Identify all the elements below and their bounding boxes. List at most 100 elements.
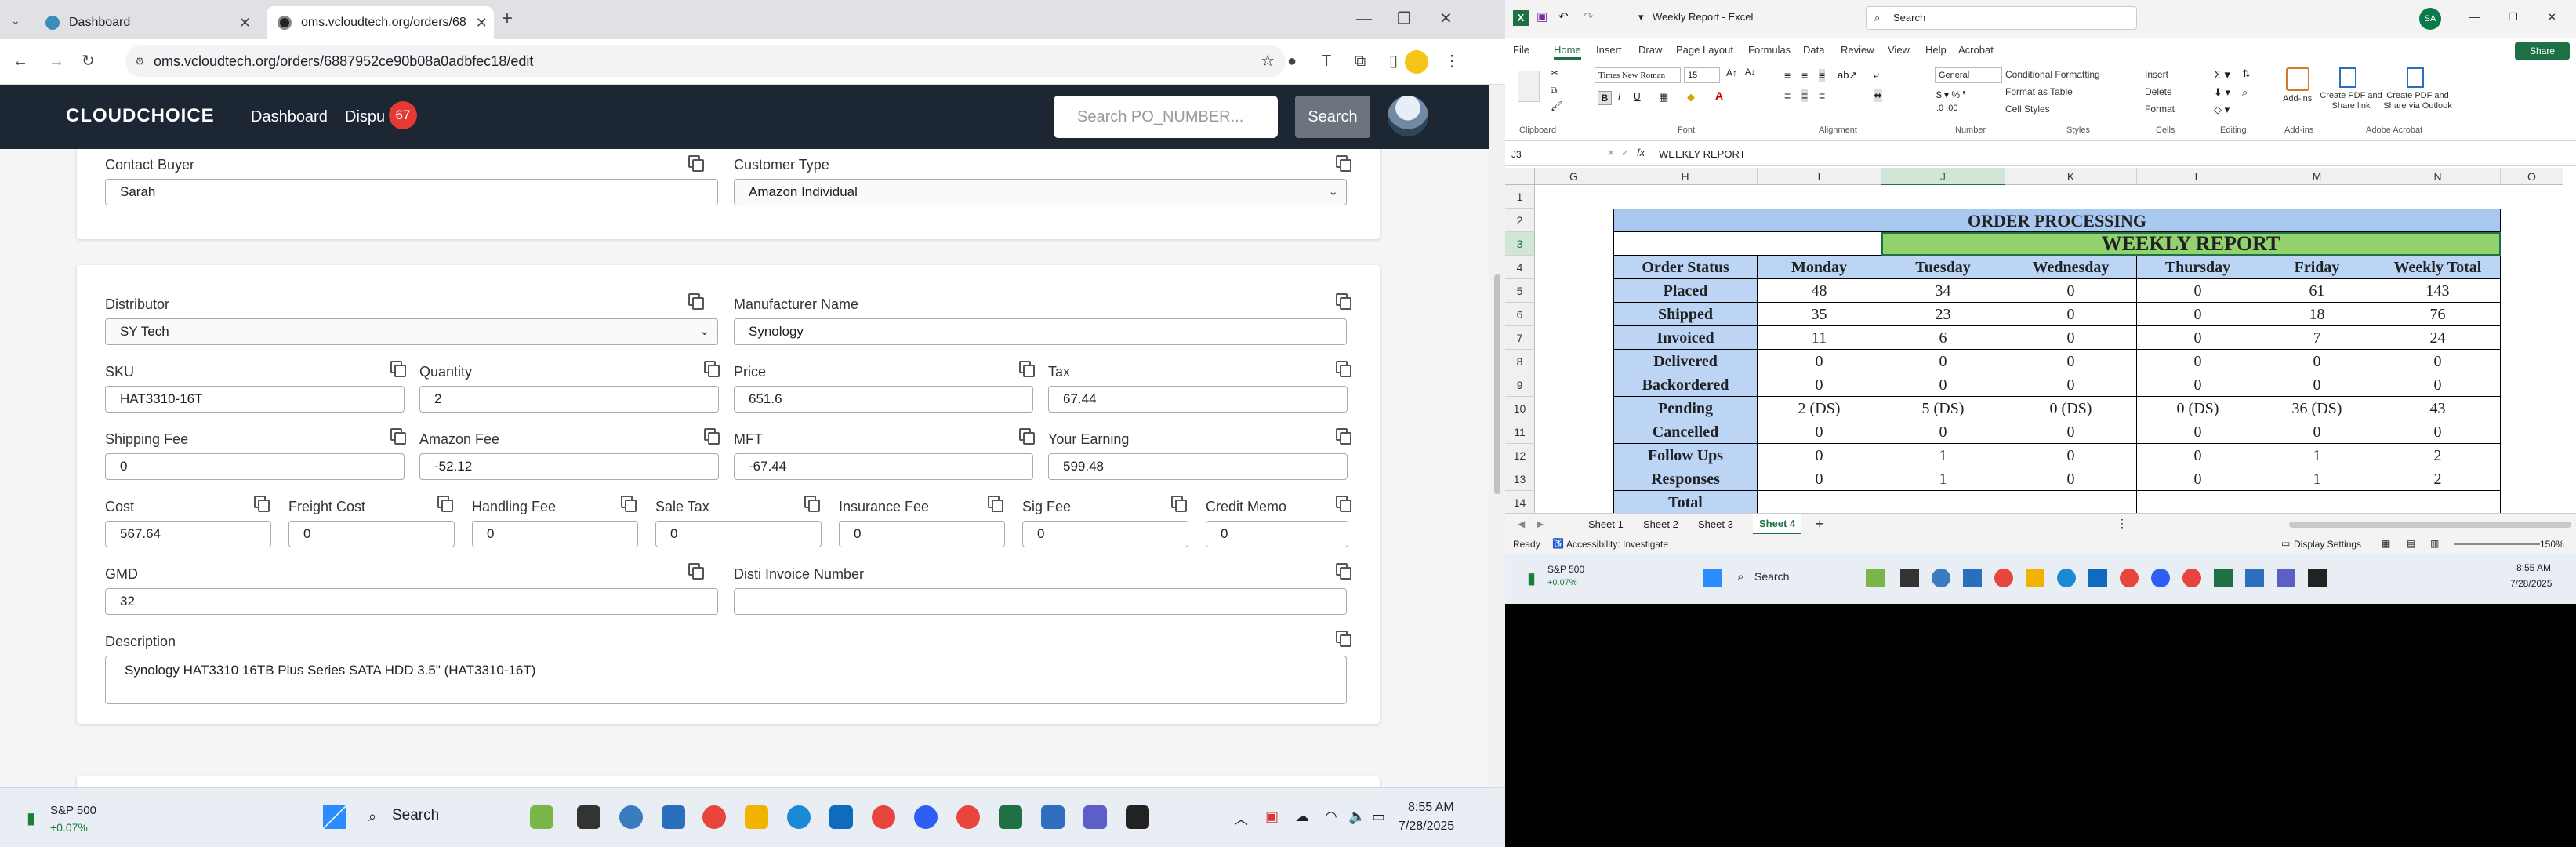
folder-icon[interactable] bbox=[2026, 569, 2044, 587]
pinned-app-icon[interactable] bbox=[530, 805, 553, 829]
wrap-text-icon[interactable]: ⤶ bbox=[1874, 69, 1879, 82]
row-header[interactable]: 13 bbox=[1505, 467, 1535, 491]
name-box[interactable]: J3 bbox=[1508, 147, 1580, 162]
excel-search-input[interactable]: ⌕ Search bbox=[1866, 6, 2137, 30]
ribbon-tab-insert[interactable]: Insert bbox=[1596, 44, 1622, 56]
table-data-cell[interactable] bbox=[2137, 491, 2259, 513]
start-icon[interactable] bbox=[1703, 569, 1722, 587]
table-data-cell[interactable]: 0 bbox=[2137, 444, 2259, 467]
align-left-icon[interactable]: ≡ bbox=[1784, 89, 1791, 102]
chrome-icon[interactable] bbox=[2120, 569, 2139, 587]
file-explorer-icon[interactable] bbox=[577, 805, 600, 829]
handling-fee-field[interactable]: 0 bbox=[472, 521, 638, 547]
table-header-cell[interactable]: Monday bbox=[1758, 256, 1881, 279]
search-button[interactable]: Search bbox=[1295, 96, 1370, 138]
table-data-cell[interactable]: 0 bbox=[1758, 373, 1881, 397]
customize-qat-icon[interactable]: ▾ bbox=[1638, 11, 1644, 24]
table-data-cell[interactable]: 0 bbox=[2259, 373, 2375, 397]
align-right-icon[interactable]: ≡ bbox=[1819, 89, 1825, 102]
table-data-cell[interactable]: 0 bbox=[1758, 350, 1881, 373]
grow-font-icon[interactable]: A↑ bbox=[1726, 67, 1737, 78]
user-avatar[interactable]: SA bbox=[2419, 8, 2441, 30]
search-icon[interactable]: ⌕ bbox=[368, 809, 376, 825]
close-window-icon[interactable]: ✕ bbox=[2548, 11, 2556, 24]
contact-buyer-field[interactable]: Sarah bbox=[105, 179, 718, 205]
file-explorer-icon[interactable] bbox=[1900, 569, 1919, 587]
chrome-icon[interactable] bbox=[1994, 569, 2013, 587]
table-data-cell[interactable] bbox=[1758, 491, 1881, 513]
table-data-cell[interactable]: 0 bbox=[1881, 350, 2005, 373]
table-data-cell[interactable]: 0 bbox=[2137, 420, 2259, 444]
copy-icon[interactable] bbox=[688, 155, 704, 172]
table-data-cell[interactable]: 1 bbox=[1881, 444, 2005, 467]
status-label-cell[interactable]: Total bbox=[1613, 491, 1758, 513]
bold-button[interactable]: B bbox=[1598, 91, 1612, 105]
table-header-cell[interactable]: Weekly Total bbox=[2375, 256, 2501, 279]
app-logo[interactable]: CLOUDCHOICE bbox=[66, 105, 215, 127]
table-data-cell[interactable]: 0 bbox=[2005, 420, 2137, 444]
wifi-icon[interactable]: ◠ bbox=[1325, 809, 1337, 825]
accessibility-icon[interactable]: ♿ bbox=[1552, 538, 1564, 549]
copy-icon[interactable] bbox=[1336, 293, 1351, 310]
table-data-cell[interactable]: 6 bbox=[1881, 326, 2005, 350]
profile-icon[interactable] bbox=[1405, 50, 1428, 74]
table-data-cell[interactable]: 0 bbox=[2005, 279, 2137, 303]
reader-icon[interactable]: T bbox=[1322, 53, 1331, 69]
stock-widget-icon[interactable]: ▮ bbox=[1527, 569, 1536, 588]
table-data-cell[interactable]: 0 bbox=[2005, 467, 2137, 491]
table-data-cell[interactable] bbox=[2259, 491, 2375, 513]
sheet-tab-3[interactable]: Sheet 3 bbox=[1698, 518, 1733, 530]
tray-cloud-icon[interactable]: ☁ bbox=[1295, 809, 1309, 825]
sidepanel-icon[interactable]: ▯ bbox=[1389, 53, 1398, 69]
ribbon-tab-file[interactable]: File bbox=[1513, 44, 1529, 56]
forward-icon[interactable]: → bbox=[49, 53, 64, 69]
copy-icon[interactable] bbox=[1336, 155, 1351, 172]
zoom-icon[interactable] bbox=[914, 805, 938, 829]
copy-icon[interactable] bbox=[1336, 631, 1351, 647]
table-header-cell[interactable]: Wednesday bbox=[2005, 256, 2137, 279]
redo-icon[interactable]: ↷ bbox=[1584, 9, 1594, 24]
status-label-cell[interactable]: Delivered bbox=[1613, 350, 1758, 373]
table-data-cell[interactable]: 61 bbox=[2259, 279, 2375, 303]
chrome-icon[interactable] bbox=[872, 805, 895, 829]
zoom-slider[interactable] bbox=[2454, 543, 2540, 545]
copy-icon[interactable] bbox=[688, 293, 704, 310]
format-cells-button[interactable]: Format bbox=[2145, 104, 2175, 115]
column-header[interactable]: O bbox=[2501, 168, 2563, 185]
table-data-cell[interactable]: 23 bbox=[1881, 303, 2005, 326]
ribbon-tab-view[interactable]: View bbox=[1888, 44, 1910, 56]
font-name-select[interactable]: Times New Roman bbox=[1595, 67, 1681, 83]
copy-icon[interactable] bbox=[1336, 563, 1351, 580]
row-header[interactable]: 9 bbox=[1505, 373, 1535, 397]
minimize-icon[interactable]: — bbox=[2469, 11, 2480, 23]
row-header[interactable]: 3 bbox=[1505, 232, 1535, 256]
create-pdf-share-link-button[interactable]: Create PDF and Share link bbox=[2316, 91, 2386, 111]
copy-icon[interactable] bbox=[390, 428, 406, 445]
table-data-cell[interactable]: 0 bbox=[2005, 326, 2137, 350]
search-icon[interactable]: ⌕ bbox=[1737, 570, 1743, 583]
table-data-cell[interactable] bbox=[1881, 491, 2005, 513]
table-data-cell[interactable]: 0 bbox=[1758, 444, 1881, 467]
column-header[interactable]: J bbox=[1881, 168, 2005, 185]
shrink-font-icon[interactable]: A↓ bbox=[1745, 67, 1755, 77]
align-bottom-icon[interactable]: ≡ bbox=[1819, 69, 1826, 82]
mft-field[interactable]: -67.44 bbox=[734, 453, 1033, 480]
normal-view-icon[interactable]: ▦ bbox=[2382, 538, 2390, 549]
ribbon-tab-formulas[interactable]: Formulas bbox=[1748, 44, 1791, 56]
save-icon[interactable]: ▣ bbox=[1537, 9, 1547, 24]
table-data-cell[interactable]: 0 bbox=[2137, 279, 2259, 303]
row-header[interactable]: 12 bbox=[1505, 444, 1535, 467]
zoom-level[interactable]: 150% bbox=[2540, 539, 2564, 550]
battery-icon[interactable]: ▭ bbox=[1372, 809, 1385, 825]
table-data-cell[interactable]: 0 bbox=[2375, 350, 2501, 373]
nav-dashboard[interactable]: Dashboard bbox=[251, 108, 328, 126]
freight-cost-field[interactable]: 0 bbox=[288, 521, 455, 547]
display-settings-icon[interactable]: ▭ bbox=[2281, 538, 2290, 549]
underline-button[interactable]: U bbox=[1634, 91, 1641, 102]
widget-title[interactable]: S&P 500 bbox=[50, 804, 96, 817]
sale-tax-field[interactable]: 0 bbox=[655, 521, 822, 547]
minimize-icon[interactable]: — bbox=[1356, 11, 1372, 27]
edge-icon[interactable] bbox=[1932, 569, 1950, 587]
table-data-cell[interactable]: 24 bbox=[2375, 326, 2501, 350]
row-header[interactable]: 4 bbox=[1505, 256, 1535, 279]
